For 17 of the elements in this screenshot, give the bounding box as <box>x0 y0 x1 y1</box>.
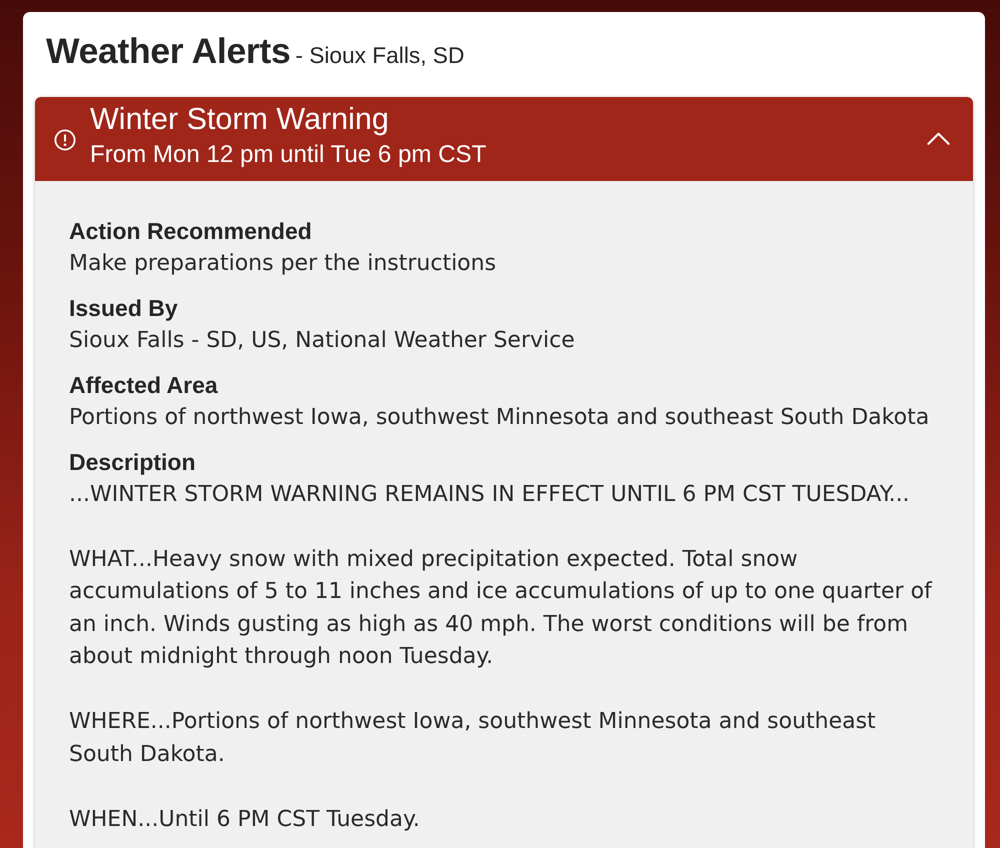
alert-title: Winter Storm Warning <box>90 102 390 136</box>
alert-period: From Mon 12 pm until Tue 6 pm CST <box>90 140 488 170</box>
detail-label: Description <box>69 448 197 477</box>
detail-text: WHERE...Portions of northwest Iowa, southwest Minnesota and southeast South Dakota. <box>69 708 877 768</box>
detail-text: WHEN...Until 6 PM CST Tuesday. <box>69 806 421 834</box>
detail-text: Sioux Falls - SD, US, National Weather Service <box>69 326 576 354</box>
detail-label: Action Recommended <box>69 217 313 246</box>
detail-text: ...WINTER STORM WARNING REMAINS IN EFFECT UNTIL 6 PM CST TUESDAY... <box>69 480 911 508</box>
detail-text: WHAT...Heavy snow with mixed precipitation expected. Total snow accumulations of 5 to 11 inches and ice accumulations of up to one quarter of an inch. Winds gusting as high as 40 mph. The worst conditions will be from about midnight through noon Tuesday. <box>69 546 933 671</box>
exclamation-icon <box>54 129 76 151</box>
location-label: - Sioux Falls, SD <box>295 41 464 70</box>
page-title: Weather Alerts <box>46 30 290 73</box>
detail-text: Make preparations per the instructions <box>69 250 498 278</box>
chevron-up-icon[interactable] <box>927 132 950 144</box>
detail-text: Portions of northwest Iowa, southwest Minnesota and southeast South Dakota <box>69 404 930 432</box>
detail-label: Issued By <box>69 294 179 323</box>
detail-label: Affected Area <box>69 371 219 400</box>
